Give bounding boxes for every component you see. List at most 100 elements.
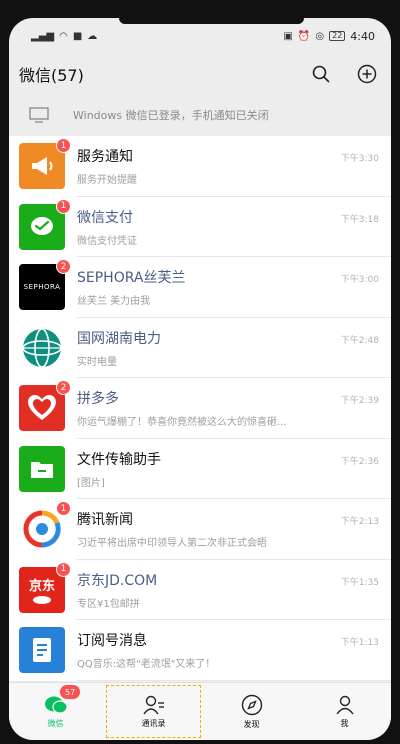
tab-label: 微信 (47, 718, 64, 728)
signal-icon: ▂▄▆ (31, 30, 55, 42)
unread-badge: 1 (56, 501, 71, 517)
chat-item-subscriptions[interactable]: 订阅号消息 下午1:13 QQ音乐:这帮"老流氓"又来了！ (9, 620, 391, 681)
avatar (19, 627, 65, 674)
login-notice-banner[interactable]: Windows 微信已登录，手机通知已关闭 (9, 94, 391, 136)
chat-item-jd[interactable]: 京东 1 京东JD.COM 下午1:35 专区¥1包邮拼 (9, 559, 391, 620)
wechat-pay-icon (31, 216, 53, 235)
chat-time: 下午2:13 (340, 517, 379, 528)
avatar (19, 445, 65, 492)
chat-body: 微信支付 下午3:18 微信支付凭证 (77, 207, 379, 247)
tab-me[interactable]: 我 (298, 683, 391, 740)
chat-time: 下午2:36 (340, 456, 379, 467)
avatar-wrap (19, 627, 65, 674)
avatar (19, 324, 65, 371)
chat-top: 腾讯新闻 下午2:13 (77, 509, 379, 529)
chat-name: 订阅号消息 (77, 633, 147, 650)
avatar-wrap: 1 (19, 501, 71, 553)
chat-item-sephora[interactable]: SEPHORA 2 SEPHORA丝芙兰 下午3:00 丝芙兰 美力由我 (9, 257, 391, 318)
chat-body: SEPHORA丝芙兰 下午3:00 丝芙兰 美力由我 (77, 267, 379, 307)
header-actions (309, 62, 379, 86)
chat-name: 微信支付 (77, 209, 133, 226)
search-button[interactable] (309, 62, 333, 86)
chat-top: 订阅号消息 下午1:13 (77, 630, 379, 650)
monitor-icon (29, 107, 49, 123)
vibrate-icon: ▣ (283, 30, 293, 42)
chat-body: 拼多多 下午2:39 你运气爆棚了！恭喜你竟然被这么大的惊喜砸... (77, 388, 379, 428)
chat-preview: 微信支付凭证 (77, 235, 137, 247)
chat-item-file-transfer[interactable]: 文件传输助手 下午2:36 [图片] (9, 438, 391, 499)
contacts-icon (142, 695, 164, 714)
status-time: 4:40 (350, 29, 375, 43)
chat-top: 京东JD.COM 下午1:35 (77, 570, 379, 590)
jd-logo: 京东 (28, 579, 55, 595)
chat-body: 文件传输助手 下午2:36 [图片] (77, 449, 379, 489)
avatar-wrap (19, 445, 65, 492)
folder-icon (31, 461, 53, 478)
chat-name: 拼多多 (77, 391, 119, 408)
state-grid-logo-icon (22, 327, 62, 368)
tencent-news-logo-icon (23, 510, 61, 548)
chat-top: 服务通知 下午3:30 (77, 146, 379, 166)
chat-top: 拼多多 下午2:39 (77, 388, 379, 408)
chat-preview: 服务开始提醒 (77, 175, 137, 187)
chat-preview: 专区¥1包邮拼 (77, 598, 140, 610)
wifi-icon: ◠ (59, 30, 68, 42)
chat-time: 下午1:35 (340, 577, 379, 588)
eye-comfort-icon: ◎ (315, 30, 325, 42)
avatar-wrap: 1 (19, 138, 71, 190)
chat-item-pinduoduo[interactable]: 2 拼多多 下午2:39 你运气爆棚了！恭喜你竟然被这么大的惊喜砸... (9, 378, 391, 439)
document-icon (33, 638, 51, 663)
chat-preview: 丝芙兰 美力由我 (77, 296, 151, 308)
chat-time: 下午3:00 (340, 275, 379, 286)
unread-badge: 1 (56, 561, 71, 577)
app-notification-icon: ■ (72, 30, 83, 42)
chat-list: 1 服务通知 下午3:30 服务开始提醒 1 微信支付 下午3:18 微信支付凭… (9, 136, 391, 681)
status-right: ▣ ⏰ ◎ 22 4:40 (283, 30, 375, 43)
person-icon (335, 695, 354, 714)
chat-time: 下午2:39 (340, 396, 379, 407)
megaphone-icon (32, 157, 53, 176)
bottom-tab-bar: 57 微信 通讯录 发现 我 (9, 682, 391, 740)
plus-circle-icon (357, 64, 377, 84)
chat-top: 文件传输助手 下午2:36 (77, 449, 379, 469)
chat-time: 下午3:30 (340, 154, 379, 165)
chat-item-state-grid[interactable]: 国网湖南电力 下午2:48 实时电量 (9, 317, 391, 378)
tab-label: 通讯录 (141, 718, 166, 728)
chat-preview: QQ音乐:这帮"老流氓"又来了！ (77, 659, 216, 671)
jd-dog-icon (33, 596, 51, 605)
tab-label: 我 (340, 718, 349, 728)
chat-top: 国网湖南电力 下午2:48 (77, 328, 379, 348)
chat-preview: 你运气爆棚了！恭喜你竟然被这么大的惊喜砸... (77, 417, 287, 429)
login-notice-text: Windows 微信已登录，手机通知已关闭 (73, 109, 269, 122)
unread-badge: 2 (56, 380, 71, 396)
tab-label: 发现 (243, 719, 260, 729)
chat-name: 服务通知 (77, 149, 133, 166)
chat-time: 下午1:13 (340, 638, 379, 649)
cloud-icon: ☁ (87, 30, 98, 42)
avatar-wrap: SEPHORA 2 (19, 259, 71, 311)
chat-preview: 实时电量 (77, 356, 117, 368)
chat-item-tencent-news[interactable]: 1 腾讯新闻 下午2:13 习近平将出席中印领导人第二次非正式会晤 (9, 499, 391, 560)
sephora-logo: SEPHORA (23, 283, 61, 292)
phone-screen: ▂▄▆ ◠ ■ ☁ ▣ ⏰ ◎ 22 4:40 微信(57) Windows 微… (9, 18, 391, 740)
avatar-wrap: 京东 1 (19, 561, 71, 613)
chat-body: 订阅号消息 下午1:13 QQ音乐:这帮"老流氓"又来了！ (77, 630, 379, 670)
chat-preview: 习近平将出席中印领导人第二次非正式会晤 (77, 538, 267, 550)
chat-name: 国网湖南电力 (77, 330, 161, 347)
chat-body: 京东JD.COM 下午1:35 专区¥1包邮拼 (77, 570, 379, 610)
compass-icon (241, 694, 262, 715)
chat-item-wechat-pay[interactable]: 1 微信支付 下午3:18 微信支付凭证 (9, 196, 391, 257)
unread-badge: 1 (56, 198, 71, 214)
chat-top: SEPHORA丝芙兰 下午3:00 (77, 267, 379, 287)
avatar-wrap: 2 (19, 380, 71, 432)
add-button[interactable] (355, 62, 379, 86)
tab-discover[interactable]: 发现 (205, 683, 298, 740)
tab-chats[interactable]: 57 微信 (9, 683, 102, 740)
alarm-icon: ⏰ (297, 30, 311, 42)
tab-contacts[interactable]: 通讯录 (106, 685, 201, 738)
tab-unread-badge: 57 (60, 685, 81, 699)
chat-item-service-notice[interactable]: 1 服务通知 下午3:30 服务开始提醒 (9, 136, 391, 197)
chat-name: SEPHORA丝芙兰 (77, 270, 186, 287)
chat-name: 文件传输助手 (77, 451, 161, 468)
app-header: 微信(57) (9, 54, 391, 94)
